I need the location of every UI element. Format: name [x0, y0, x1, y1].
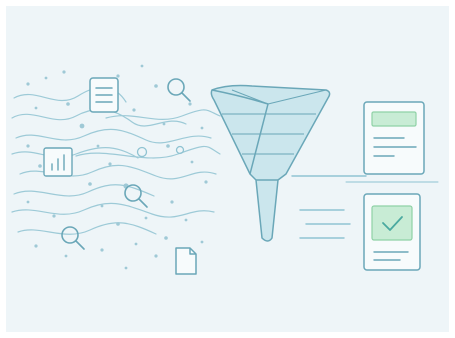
search-icon [124, 184, 148, 208]
data-filtering-illustration [11, 64, 439, 275]
report-card-icon [363, 101, 425, 175]
funnel-icon [210, 84, 331, 242]
illustration-card [6, 6, 449, 332]
page [0, 0, 455, 338]
search-icon [167, 78, 191, 102]
bar-chart-icon [43, 147, 73, 177]
search-icon [61, 226, 85, 250]
approved-card-icon [363, 193, 421, 271]
file-icon [175, 247, 197, 275]
document-icon [89, 77, 119, 113]
